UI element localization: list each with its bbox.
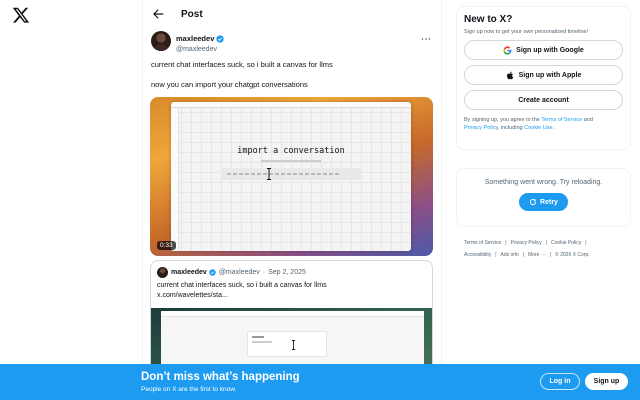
author-handle[interactable]: @maxleedev bbox=[176, 46, 224, 53]
video-frame: import a conversation bbox=[171, 102, 411, 251]
footer-ads-link[interactable]: Ads info bbox=[501, 252, 519, 258]
signup-legal-text: By signing up, you agree to the Terms of… bbox=[464, 117, 593, 131]
tweet-text-line: now you can import your chatgpt conversa… bbox=[151, 80, 308, 89]
quote-separator: · bbox=[262, 269, 266, 276]
google-signup-button[interactable]: Sign up with Google bbox=[464, 40, 623, 60]
footer-links: Terms of Service | Privacy Policy | Cookie P… bbox=[464, 240, 590, 258]
google-icon bbox=[503, 45, 512, 55]
quote-text: current chat interfaces suck, so i built… bbox=[151, 278, 432, 301]
footer-accessibility-link[interactable]: Accessibility bbox=[464, 252, 491, 258]
top-bar: Post bbox=[143, 0, 441, 28]
signup-title: New to X? bbox=[464, 14, 513, 25]
x-logo-icon[interactable] bbox=[12, 6, 30, 24]
verified-badge-icon bbox=[209, 269, 216, 276]
video-player[interactable]: import a conversation 0:33 bbox=[150, 97, 433, 256]
footer-privacy-link[interactable]: Privacy Policy bbox=[511, 240, 542, 246]
signup-subtitle: Sign up now to get your own personalized… bbox=[464, 29, 589, 35]
retry-label: Retry bbox=[540, 198, 558, 206]
quote-date: Sep 2, 2025 bbox=[268, 269, 306, 276]
back-arrow-icon[interactable] bbox=[151, 7, 165, 21]
text-cursor-icon bbox=[267, 168, 271, 180]
privacy-link[interactable]: Privacy Policy bbox=[464, 125, 498, 131]
video-import-field bbox=[221, 168, 361, 180]
verified-badge-icon bbox=[216, 35, 225, 43]
page-title: Post bbox=[181, 8, 203, 20]
create-account-button[interactable]: Create account bbox=[464, 90, 623, 110]
refresh-icon bbox=[529, 198, 537, 206]
signup-button[interactable]: Sign up bbox=[585, 373, 628, 390]
video-screen-title: import a conversation bbox=[237, 146, 345, 156]
google-signup-label: Sign up with Google bbox=[516, 46, 584, 54]
apple-signup-label: Sign up with Apple bbox=[518, 71, 582, 79]
login-button[interactable]: Log in bbox=[540, 373, 580, 390]
retry-button[interactable]: Retry bbox=[519, 193, 568, 211]
tweet-text: current chat interfaces suck, so i built… bbox=[143, 53, 441, 90]
footer-cookie-link[interactable]: Cookie Policy bbox=[551, 240, 581, 246]
cookie-use-link[interactable]: Cookie Use bbox=[524, 125, 552, 131]
avatar[interactable] bbox=[151, 31, 171, 51]
error-message: Something went wrong. Try reloading. bbox=[484, 179, 603, 186]
tweet-author: maxleedev @maxleedev bbox=[143, 29, 441, 53]
quote-text-line: current chat interfaces suck, so i built… bbox=[157, 282, 327, 289]
apple-signup-button[interactable]: Sign up with Apple bbox=[464, 65, 623, 85]
text-cursor-icon bbox=[291, 340, 296, 350]
apple-icon bbox=[506, 71, 515, 80]
create-account-label: Create account bbox=[518, 96, 569, 104]
footer-more-link[interactable]: More ··· bbox=[528, 252, 546, 258]
terms-link[interactable]: Terms of Service bbox=[541, 117, 582, 123]
quote-avatar bbox=[157, 267, 168, 278]
footer-terms-link[interactable]: Terms of Service bbox=[464, 240, 501, 246]
video-duration: 0:33 bbox=[157, 241, 176, 250]
cta-title: Don’t miss what’s happening bbox=[141, 371, 300, 383]
left-rail bbox=[0, 0, 142, 400]
quote-display-name: maxleedev bbox=[171, 269, 207, 276]
more-options-icon[interactable] bbox=[421, 35, 431, 43]
cta-subtitle: People on X are the first to know. bbox=[141, 386, 237, 393]
quote-handle: @maxleedev bbox=[218, 269, 260, 276]
author-display-name[interactable]: maxleedev bbox=[176, 35, 214, 43]
quote-link[interactable]: x.com/wavelettes/sta... bbox=[157, 291, 426, 301]
tweet-text-line: current chat interfaces suck, so i built… bbox=[151, 60, 333, 69]
signup-card: New to X? Sign up now to get your own pe… bbox=[456, 6, 631, 150]
error-card: Something went wrong. Try reloading. Ret… bbox=[456, 168, 631, 227]
footer-copyright: © 2026 X Corp. bbox=[555, 252, 590, 258]
